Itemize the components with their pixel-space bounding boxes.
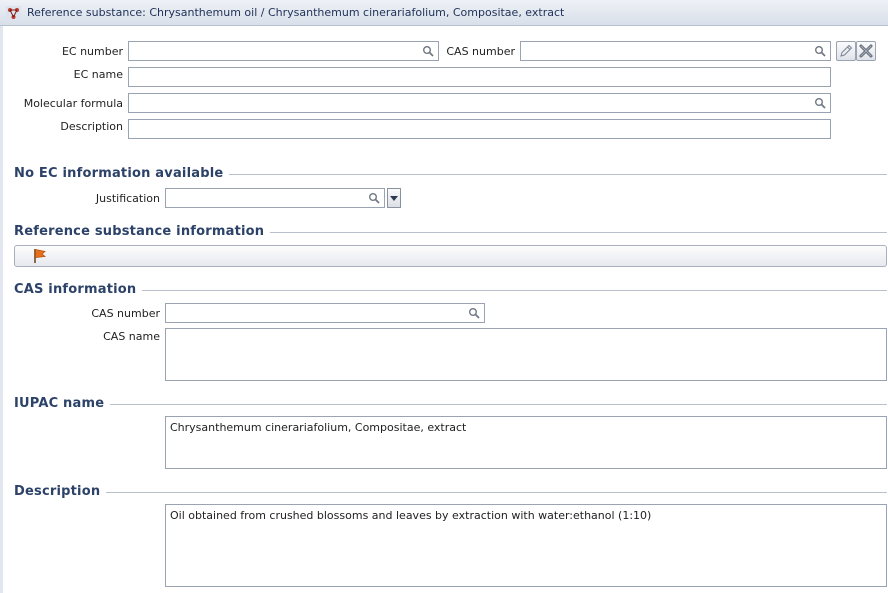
ref-info-section-title: Reference substance information	[14, 224, 271, 239]
section-divider	[214, 174, 887, 175]
molecular-formula-label: Molecular formula	[23, 97, 123, 110]
window-titlebar: Reference substance: Chrysanthemum oil /…	[0, 0, 888, 26]
cas-name-label: CAS name	[103, 330, 160, 343]
description-label: Description	[60, 120, 123, 133]
reference-substance-flag-bar[interactable]	[14, 245, 887, 267]
justification-search-icon[interactable]	[368, 192, 380, 204]
cas-info-section-header: CAS information	[14, 282, 887, 298]
pencil-icon	[840, 44, 853, 57]
iupac-name-textarea[interactable]: Chrysanthemum cinerariafolium, Composita…	[165, 416, 887, 469]
section-divider	[98, 492, 887, 493]
cas-info-search-icon[interactable]	[468, 307, 480, 319]
molecular-formula-input[interactable]	[128, 93, 831, 113]
description-section-title: Description	[14, 484, 107, 499]
ec-number-input[interactable]	[128, 41, 439, 61]
ec-number-label: EC number	[61, 45, 123, 58]
ec-name-input[interactable]	[128, 67, 831, 87]
clear-button[interactable]	[856, 41, 876, 61]
section-divider	[254, 232, 887, 233]
left-border	[0, 26, 3, 593]
edit-button[interactable]	[836, 41, 856, 61]
no-ec-section-header: No EC information available	[14, 166, 887, 182]
ref-info-section-header: Reference substance information	[14, 224, 887, 240]
cas-number-label: CAS number	[446, 45, 515, 58]
justification-input[interactable]	[165, 188, 385, 208]
cas-info-number-input[interactable]	[165, 303, 485, 323]
justification-dropdown-button[interactable]	[387, 188, 401, 208]
ec-number-search-icon[interactable]	[422, 45, 434, 57]
cas-name-textarea[interactable]	[165, 328, 887, 381]
section-divider	[102, 404, 887, 405]
iupac-section-header: IUPAC name	[14, 396, 887, 412]
cas-info-section-title: CAS information	[14, 282, 143, 297]
description-input[interactable]	[128, 119, 831, 139]
description-section-header: Description	[14, 484, 887, 500]
molecule-icon	[6, 6, 21, 21]
molecular-formula-search-icon[interactable]	[814, 97, 826, 109]
justification-label: Justification	[95, 192, 160, 205]
window-title: Reference substance: Chrysanthemum oil /…	[27, 6, 565, 19]
cas-info-number-label: CAS number	[91, 307, 160, 320]
delete-x-icon	[859, 44, 873, 58]
cas-number-input[interactable]	[520, 41, 831, 61]
section-divider	[126, 290, 887, 291]
description-textarea[interactable]: Oil obtained from crushed blossoms and l…	[165, 504, 887, 587]
ec-name-label: EC name	[73, 68, 123, 81]
cas-number-search-icon[interactable]	[814, 45, 826, 57]
iupac-section-title: IUPAC name	[14, 396, 111, 411]
flag-icon[interactable]	[33, 248, 47, 264]
no-ec-section-title: No EC information available	[14, 166, 230, 181]
